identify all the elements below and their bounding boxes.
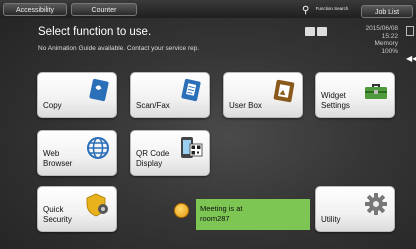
accessibility-button[interactable]: Accessibility — [3, 3, 67, 16]
control-panel-screen: Accessibility Counter ⚲ Function Search … — [0, 0, 416, 249]
fax-status-icon — [317, 27, 327, 36]
qr-code-display-tile[interactable]: QR Code Display — [130, 130, 210, 176]
scan-fax-icon — [181, 78, 201, 102]
quick-security-label-line2: Security — [43, 214, 72, 224]
animation-guide-notice: No Animation Guide available. Contact yo… — [38, 45, 200, 52]
printer-status-icon — [305, 27, 315, 36]
widget-settings-label-line1: Widget — [321, 91, 346, 100]
date-text: 2015/06/08 — [365, 25, 398, 32]
copy-tile[interactable]: Copy — [37, 72, 117, 118]
quick-security-label-line1: Quick — [43, 205, 64, 214]
quick-security-label: Quick Security — [43, 205, 72, 224]
shield-key-icon — [86, 193, 108, 217]
document-icon — [406, 26, 414, 36]
qr-code-display-label: QR Code Display — [136, 149, 169, 168]
memory-value: 100% — [381, 47, 398, 55]
search-icon: ⚲ — [302, 5, 310, 16]
date-time-memory: 2015/06/08 15:22 Memory 100% — [340, 25, 398, 55]
memory-label: Memory — [374, 40, 398, 47]
user-box-icon — [273, 79, 295, 103]
widget-settings-tile[interactable]: Widget Settings — [315, 72, 395, 118]
quick-security-tile[interactable]: Quick Security — [37, 186, 117, 232]
utility-tile[interactable]: Utility — [315, 186, 395, 232]
scan-fax-tile[interactable]: Scan/Fax — [130, 72, 210, 118]
user-box-tile[interactable]: User Box — [223, 72, 303, 118]
function-search-button[interactable]: ⚲ Function Search — [298, 5, 352, 18]
memo-icon — [174, 203, 189, 218]
widget-settings-label: Widget Settings — [321, 91, 350, 110]
toolbox-icon — [365, 84, 387, 99]
scan-fax-label: Scan/Fax — [136, 100, 170, 110]
message-line2: room287 — [200, 214, 230, 223]
qr-code-label-line2: Display — [136, 158, 163, 168]
qr-code-label-line1: QR Code — [136, 149, 170, 158]
status-icons — [305, 27, 331, 37]
widget-settings-label-line2: Settings — [321, 100, 350, 110]
utility-label: Utility — [321, 214, 341, 224]
copy-icon — [89, 78, 109, 102]
web-browser-label-line2: Browser — [43, 158, 73, 168]
qr-code-icon — [181, 137, 203, 158]
user-box-label: User Box — [229, 100, 262, 110]
job-list-button[interactable]: Job List — [361, 5, 413, 18]
copy-label: Copy — [43, 100, 62, 110]
globe-icon — [87, 137, 109, 159]
top-bar: Accessibility Counter ⚲ Function Search … — [0, 0, 416, 18]
web-browser-tile[interactable]: Web Browser — [37, 130, 117, 176]
counter-button[interactable]: Counter — [71, 3, 137, 16]
page-title: Select function to use. — [38, 26, 152, 38]
web-browser-label-line1: Web — [43, 149, 60, 158]
message-text: Meeting is at room287 — [200, 204, 243, 224]
function-search-label: Function Search — [315, 6, 349, 11]
gear-icon — [365, 193, 387, 215]
web-browser-label: Web Browser — [43, 149, 72, 168]
time-text: 15:22 — [381, 32, 398, 40]
message-line1: Meeting is at — [200, 204, 243, 213]
message-box: Meeting is at room287 — [196, 199, 310, 230]
slide-panel-arrow-icon[interactable]: ◀◀ — [406, 54, 416, 63]
